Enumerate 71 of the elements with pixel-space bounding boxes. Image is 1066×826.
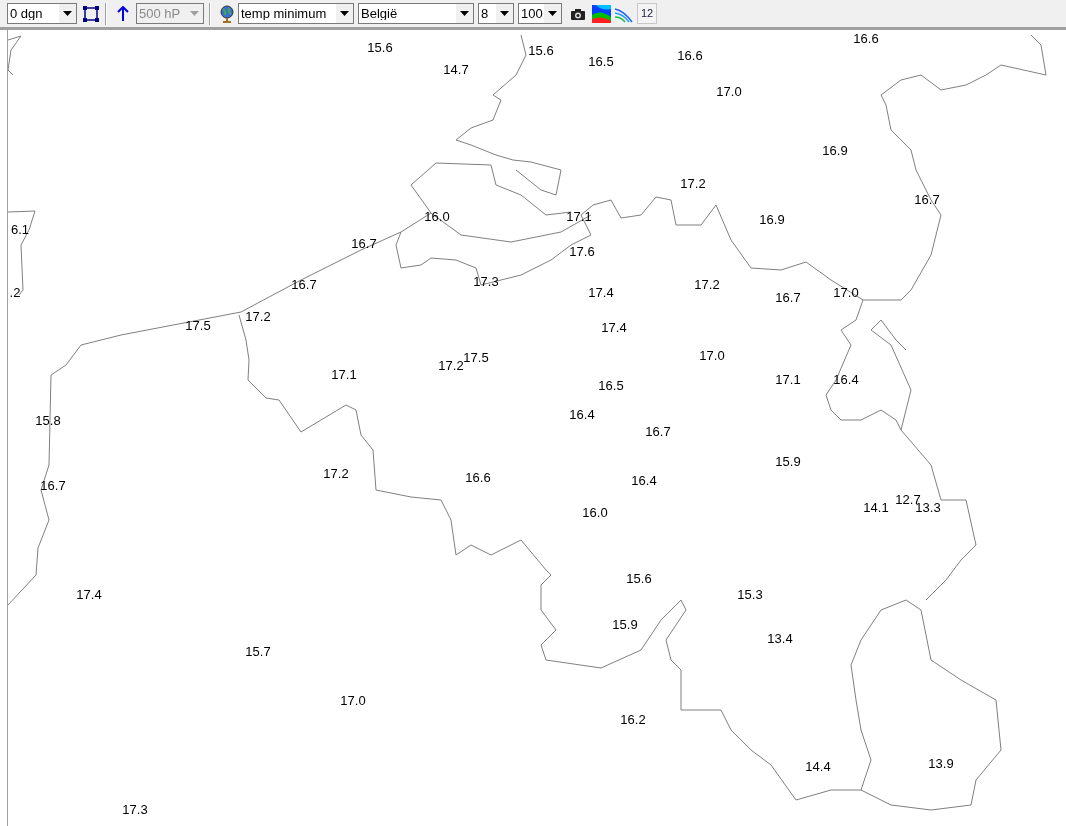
temperature-value: 16.4 <box>631 473 657 487</box>
caret-icon <box>63 11 72 16</box>
dropdown[interactable]: 0 dgn <box>7 3 77 24</box>
dropdown[interactable]: 100 <box>518 3 562 24</box>
temperature-value: 17.2 <box>438 358 464 372</box>
temperature-value: 16.7 <box>775 290 801 304</box>
dropdown[interactable]: 8 <box>478 3 514 24</box>
temperature-value: 15.7 <box>245 644 271 658</box>
temperature-value: 17.3 <box>473 274 499 288</box>
dropdown[interactable]: België <box>358 3 474 24</box>
temperature-value: 15.9 <box>775 454 801 468</box>
temperature-value: 16.6 <box>677 48 703 62</box>
temperature-value: 17.6 <box>569 244 595 258</box>
temperature-value: 17.5 <box>185 318 211 332</box>
temperature-value: 17.0 <box>716 84 742 98</box>
temperature-value: 14.1 <box>863 500 889 514</box>
temperature-value: 16.6 <box>465 470 491 484</box>
temperature-value: 16.6 <box>853 31 879 45</box>
temperature-value: 17.4 <box>601 320 627 334</box>
temperature-value: 15.8 <box>35 413 61 427</box>
caret-icon <box>460 11 469 16</box>
globe-icon[interactable] <box>218 4 236 23</box>
temperature-value: 14.7 <box>443 62 469 76</box>
temperature-value: 16.0 <box>582 505 608 519</box>
temperature-value: 16.2 <box>620 712 646 726</box>
temperature-value: 16.5 <box>598 378 624 392</box>
temperature-value: 16.4 <box>833 372 859 386</box>
temperature-value: 16.0 <box>424 209 450 223</box>
temperature-value: 15.6 <box>528 43 554 57</box>
temperature-value: 16.7 <box>291 277 317 291</box>
temperature-value: 17.3 <box>122 802 148 816</box>
temperature-value: 15.6 <box>626 571 652 585</box>
camera-icon[interactable] <box>570 6 586 21</box>
dropdown[interactable]: temp minimum <box>238 3 354 24</box>
temperature-value: 16.4 <box>569 407 595 421</box>
temperature-value: 17.2 <box>680 176 706 190</box>
color-map-icon[interactable] <box>592 4 611 23</box>
temperature-value: 14.4 <box>805 759 831 773</box>
temperature-value: 15.6 <box>367 40 393 54</box>
caret-icon <box>500 11 509 16</box>
temperature-value: 17.0 <box>699 348 725 362</box>
temperature-value: 16.7 <box>351 236 377 250</box>
temperature-value: 17.2 <box>245 309 271 323</box>
temperature-value: 17.4 <box>588 285 614 299</box>
arrow-up-icon[interactable] <box>117 5 129 22</box>
temperature-value: 16.5 <box>588 54 614 68</box>
temperature-value: 16.9 <box>759 212 785 226</box>
temperature-value: 15.9 <box>612 617 638 631</box>
temperature-value: 17.5 <box>463 350 489 364</box>
temperature-value: 13.4 <box>767 631 793 645</box>
temperature-value: 16.7 <box>645 424 671 438</box>
temperature-value: 6.1 <box>10 222 30 236</box>
temperature-value: 17.4 <box>76 587 102 601</box>
temperature-value: 17.0 <box>340 693 366 707</box>
caret-icon <box>340 11 349 16</box>
temperature-value: 16.7 <box>914 192 940 206</box>
frame-icon[interactable] <box>82 4 100 23</box>
temperature-value: 16.9 <box>822 143 848 157</box>
temperature-value: 17.2 <box>694 277 720 291</box>
temperature-value: 17.1 <box>775 372 801 386</box>
caret-icon <box>190 11 199 16</box>
number-button[interactable]: 12 <box>637 3 657 24</box>
temperature-value: 17.2 <box>323 466 349 480</box>
temperature-value: 13.9 <box>928 756 954 770</box>
temperature-value: 17.1 <box>331 367 357 381</box>
temperature-value: 17.0 <box>833 285 859 299</box>
temperature-value: 17.1 <box>566 209 592 223</box>
temperature-value: 15.3 <box>737 587 763 601</box>
caret-icon <box>548 11 557 16</box>
temperature-value: .2 <box>9 285 21 299</box>
temperature-value: 16.7 <box>40 478 66 492</box>
